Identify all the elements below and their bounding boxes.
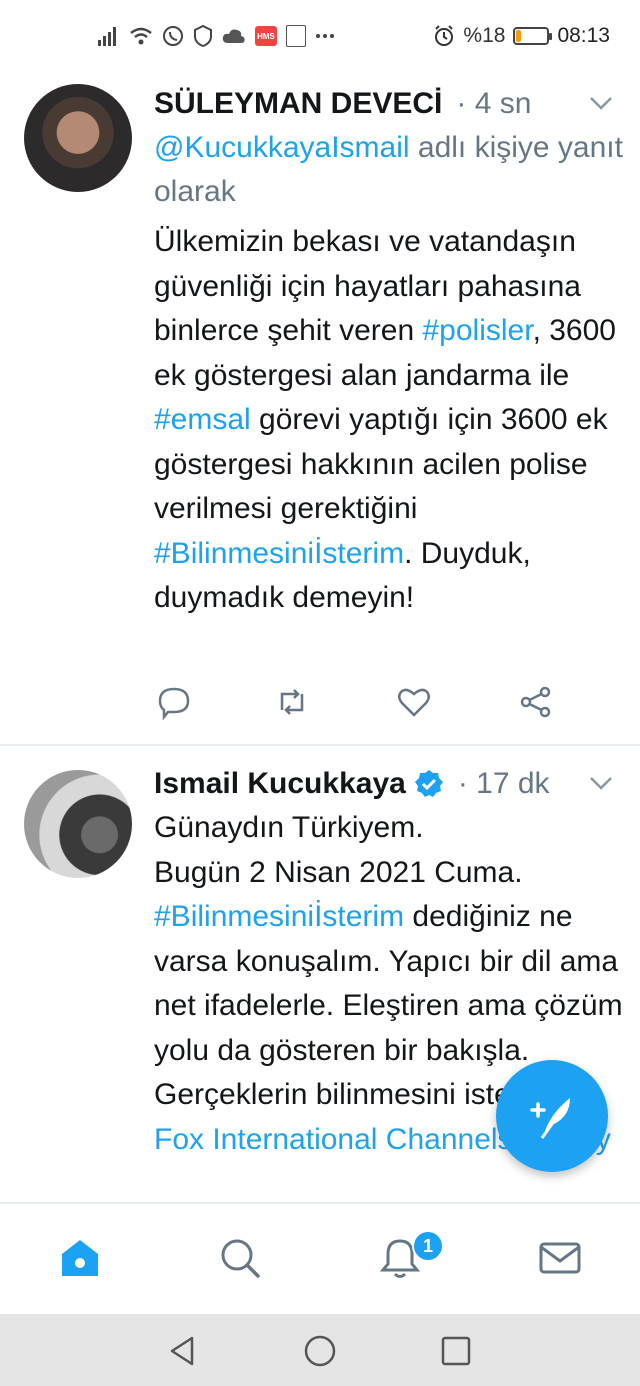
hashtag-link[interactable]: #emsal <box>154 403 251 436</box>
tweet-time: · 4 sn <box>456 87 532 120</box>
reply-handle-link[interactable]: @KucukkayaIsmail <box>154 131 410 164</box>
system-nav-bar <box>0 1314 640 1386</box>
tweet-actions <box>154 684 574 724</box>
bottom-nav: 1 <box>0 1202 640 1314</box>
hashtag-link[interactable]: #Bilinmesiniİsterim <box>154 900 404 933</box>
cloud-icon <box>222 29 245 43</box>
tweet-header: Ismail Kucukkaya · 17 dk <box>154 762 550 806</box>
clock: 08:13 <box>557 24 610 47</box>
tweet-text: Ülkemizin bekası ve vatandaşın güvenliği… <box>154 220 622 621</box>
reply-context: @KucukkayaIsmail adlı kişiye yanıt olara… <box>154 126 624 214</box>
document-icon <box>286 25 306 47</box>
messages-icon[interactable] <box>538 1236 582 1280</box>
hashtag-link[interactable]: #Bilinmesiniİsterim <box>154 537 404 570</box>
status-bar: HMS %18 08:13 <box>0 0 640 62</box>
whatsapp-icon <box>163 26 183 46</box>
battery-icon <box>513 27 553 45</box>
signal-icon <box>98 27 116 46</box>
tweet-time: · 17 dk <box>457 767 550 800</box>
more-icon <box>316 34 334 38</box>
hms-icon: HMS <box>255 26 277 46</box>
chevron-down-icon[interactable] <box>586 768 616 798</box>
status-bar-left: HMS <box>98 22 335 50</box>
avatar[interactable] <box>24 770 132 878</box>
back-icon[interactable] <box>166 1334 200 1368</box>
tweet-header: SÜLEYMAN DEVECİ · 4 sn <box>154 82 531 126</box>
battery-percent: %18 <box>463 24 506 47</box>
tweet-text-line: Günaydın Türkiyem. <box>154 811 424 844</box>
shield-icon <box>194 25 212 47</box>
compose-tweet-button[interactable] <box>496 1060 608 1172</box>
like-icon[interactable] <box>396 684 432 720</box>
tweet-text-line: Bugün 2 Nisan 2021 Cuma. <box>154 855 523 889</box>
wifi-icon <box>130 27 152 45</box>
retweet-icon[interactable] <box>274 684 310 720</box>
recents-icon[interactable] <box>439 1334 473 1368</box>
share-icon[interactable] <box>518 684 554 720</box>
compose-feather-icon <box>530 1098 570 1139</box>
status-bar-right: %18 08:13 <box>433 22 610 50</box>
author-name[interactable]: SÜLEYMAN DEVECİ <box>154 87 442 121</box>
hashtag-link[interactable]: #polisler <box>422 314 532 347</box>
alarm-icon <box>435 25 454 46</box>
home-icon[interactable] <box>58 1236 102 1280</box>
search-icon[interactable] <box>218 1236 262 1280</box>
battery-fill <box>516 30 522 42</box>
verified-badge-icon <box>414 770 443 797</box>
author-name[interactable]: Ismail Kucukkaya <box>154 767 406 801</box>
notification-badge: 1 <box>412 1230 444 1262</box>
home-circle-icon[interactable] <box>303 1334 337 1368</box>
tweet[interactable]: SÜLEYMAN DEVECİ · 4 sn @KucukkayaIsmail … <box>0 62 640 744</box>
reply-icon[interactable] <box>156 684 192 720</box>
avatar[interactable] <box>24 84 132 192</box>
chevron-down-icon[interactable] <box>586 88 616 118</box>
